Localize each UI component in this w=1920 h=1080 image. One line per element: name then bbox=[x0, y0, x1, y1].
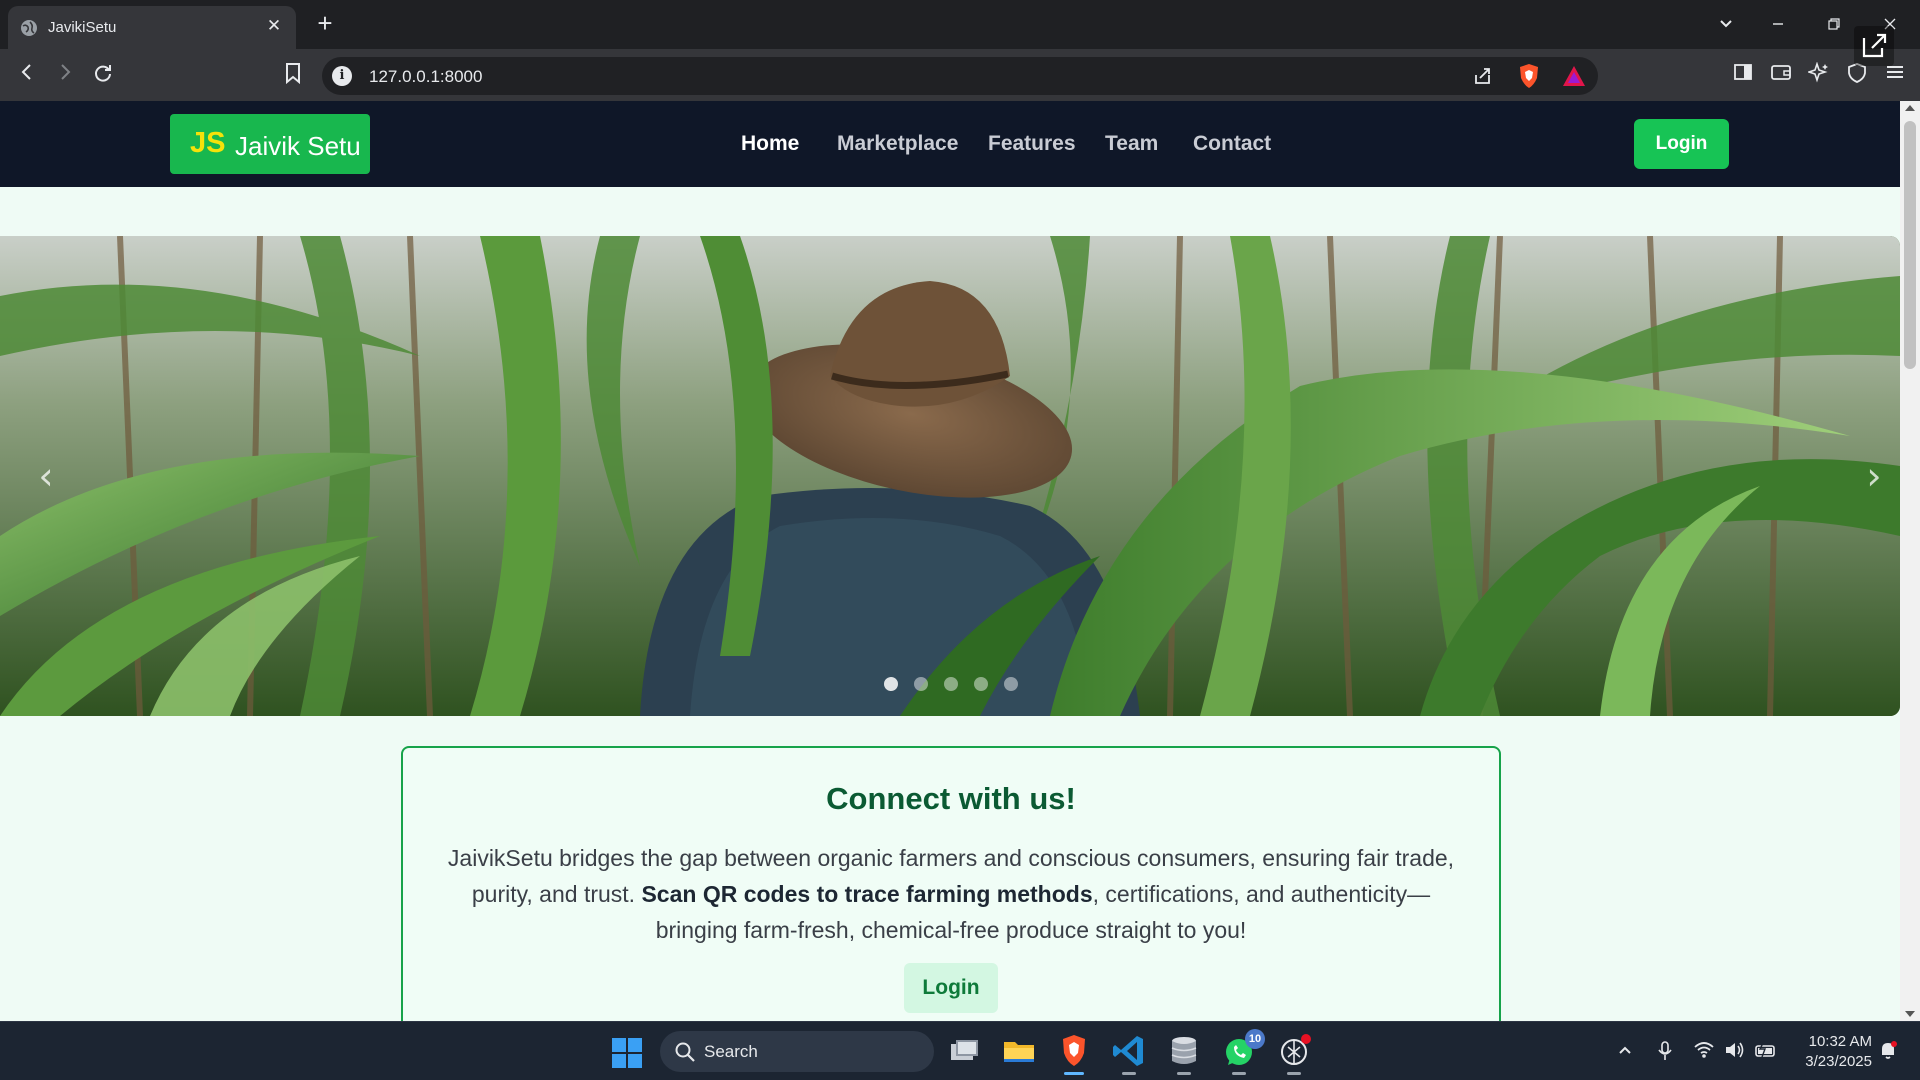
connect-title: Connect with us! bbox=[826, 781, 1076, 816]
site-info-icon[interactable]: i bbox=[332, 66, 352, 86]
database-icon[interactable] bbox=[1164, 1031, 1204, 1075]
connect-card: Connect with us! JaivikSetu bridges the … bbox=[401, 746, 1501, 1021]
microphone-icon[interactable] bbox=[1652, 1040, 1678, 1068]
system-clock[interactable]: 10:32 AM 3/23/2025 bbox=[1780, 1032, 1872, 1072]
carousel-indicator[interactable] bbox=[884, 677, 898, 691]
minimize-button[interactable] bbox=[1758, 10, 1798, 38]
site-logo[interactable]: JS Jaivik Setu bbox=[170, 114, 370, 174]
scrollbar-thumb[interactable] bbox=[1904, 121, 1916, 369]
browser-tab-bar: JavikiSetu ✕ + bbox=[0, 0, 1920, 49]
scroll-down-icon[interactable] bbox=[1905, 1011, 1915, 1017]
wifi-icon[interactable] bbox=[1691, 1040, 1717, 1066]
scroll-up-icon[interactable] bbox=[1905, 105, 1915, 111]
whatsapp-badge: 10 bbox=[1245, 1029, 1265, 1049]
vscode-icon[interactable] bbox=[1109, 1031, 1149, 1075]
tab-title: JavikiSetu bbox=[48, 19, 117, 36]
browser-tab[interactable]: JavikiSetu ✕ bbox=[8, 6, 296, 49]
leo-ai-icon[interactable] bbox=[1804, 61, 1834, 88]
carousel-indicator[interactable] bbox=[1004, 677, 1018, 691]
search-icon bbox=[675, 1042, 695, 1062]
carousel-indicator[interactable] bbox=[944, 677, 958, 691]
browser-toolbar: i 127.0.0.1:8000 bbox=[0, 49, 1920, 101]
windows-taskbar: Search 10 10:32 AM 3/23/2025 bbox=[0, 1021, 1920, 1080]
nav-link-team[interactable]: Team bbox=[1105, 132, 1158, 156]
whatsapp-icon[interactable]: 10 bbox=[1219, 1029, 1265, 1075]
clock-date: 3/23/2025 bbox=[1805, 1053, 1872, 1070]
share-icon[interactable] bbox=[1472, 65, 1494, 87]
popout-icon[interactable] bbox=[1854, 26, 1894, 66]
carousel-indicator[interactable] bbox=[914, 677, 928, 691]
carousel-indicator[interactable] bbox=[974, 677, 988, 691]
battery-icon[interactable] bbox=[1753, 1040, 1779, 1066]
carousel-prev-button[interactable]: ‹ bbox=[28, 454, 64, 498]
file-explorer-icon[interactable] bbox=[999, 1031, 1039, 1071]
page-scrollbar[interactable] bbox=[1900, 101, 1920, 1021]
nav-link-home[interactable]: Home bbox=[741, 132, 799, 156]
wallet-icon[interactable] bbox=[1766, 62, 1796, 88]
login-button[interactable]: Login bbox=[1634, 119, 1729, 169]
taskbar-search[interactable]: Search bbox=[660, 1031, 934, 1072]
brave-browser-icon[interactable] bbox=[1054, 1031, 1094, 1075]
globe-icon bbox=[21, 20, 37, 36]
chatgpt-icon[interactable] bbox=[1274, 1031, 1314, 1075]
reload-icon[interactable] bbox=[88, 62, 118, 88]
restore-button[interactable] bbox=[1814, 10, 1854, 38]
back-icon[interactable] bbox=[12, 62, 42, 88]
brave-rewards-icon[interactable] bbox=[1562, 65, 1586, 87]
hero-carousel: ‹ › bbox=[0, 236, 1900, 716]
sidebar-icon[interactable] bbox=[1728, 62, 1758, 88]
windows-start-icon[interactable] bbox=[612, 1038, 642, 1068]
logo-initials: JS bbox=[190, 127, 226, 159]
hero-image bbox=[0, 236, 1900, 716]
clock-time: 10:32 AM bbox=[1808, 1033, 1872, 1050]
nav-link-marketplace[interactable]: Marketplace bbox=[837, 132, 958, 156]
nav-link-contact[interactable]: Contact bbox=[1193, 132, 1271, 156]
taskbar-search-label: Search bbox=[704, 1042, 758, 1061]
site-navbar: JS Jaivik Setu Home Marketplace Features… bbox=[0, 101, 1900, 187]
brave-shields-icon[interactable] bbox=[1517, 63, 1541, 89]
tab-close-icon[interactable]: ✕ bbox=[262, 14, 286, 38]
connect-description: JaivikSetu bridges the gap between organ… bbox=[441, 840, 1461, 948]
address-bar[interactable]: i 127.0.0.1:8000 bbox=[322, 57, 1598, 95]
description-highlight: Scan QR codes to trace farming methods bbox=[641, 881, 1093, 907]
url-text[interactable]: 127.0.0.1:8000 bbox=[369, 67, 482, 87]
tray-overflow-chevron-icon[interactable] bbox=[1612, 1040, 1638, 1064]
volume-icon[interactable] bbox=[1722, 1040, 1748, 1066]
logo-name: Jaivik Setu bbox=[235, 131, 361, 161]
nav-link-features[interactable]: Features bbox=[988, 132, 1076, 156]
carousel-next-button[interactable]: › bbox=[1856, 454, 1892, 498]
task-view-icon[interactable] bbox=[944, 1031, 984, 1071]
page-viewport: JS Jaivik Setu Home Marketplace Features… bbox=[0, 101, 1900, 1021]
card-login-button[interactable]: Login bbox=[904, 963, 998, 1013]
tab-search-chevron-icon[interactable] bbox=[1706, 10, 1746, 38]
notification-bell-icon[interactable] bbox=[1875, 1040, 1901, 1066]
bookmark-icon[interactable] bbox=[278, 62, 308, 88]
new-tab-button[interactable]: + bbox=[312, 10, 338, 36]
forward-icon[interactable] bbox=[50, 62, 80, 88]
